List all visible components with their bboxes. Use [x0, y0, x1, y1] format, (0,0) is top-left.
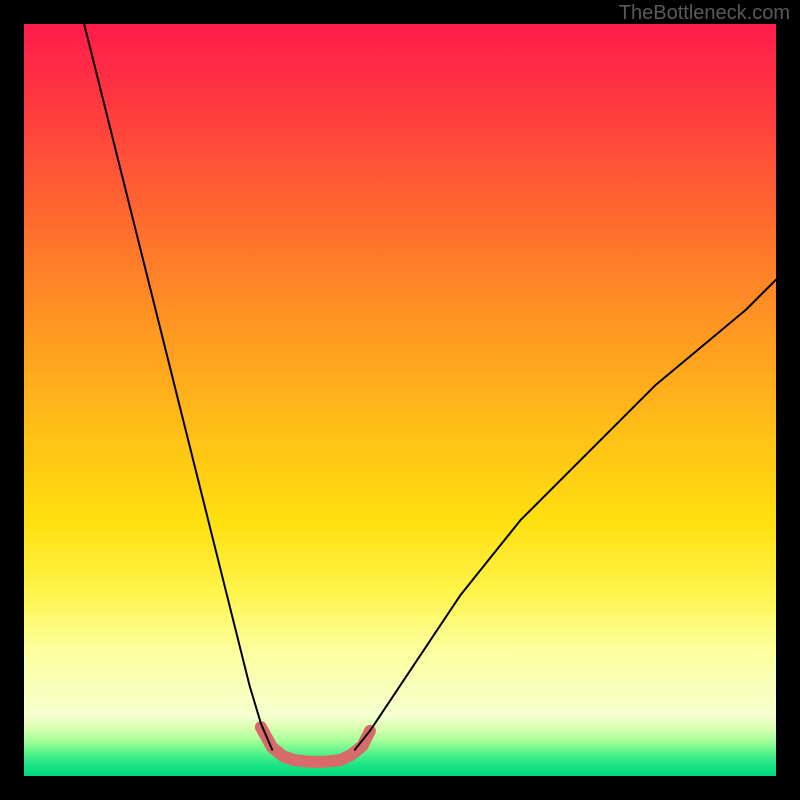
series-valley-band: [261, 727, 370, 762]
chart-svg: [24, 24, 776, 776]
chart-frame: TheBottleneck.com: [0, 0, 800, 800]
series-right-branch: [355, 280, 776, 750]
series-left-branch: [84, 24, 272, 750]
plot-area: [24, 24, 776, 776]
watermark-text: TheBottleneck.com: [619, 2, 790, 25]
